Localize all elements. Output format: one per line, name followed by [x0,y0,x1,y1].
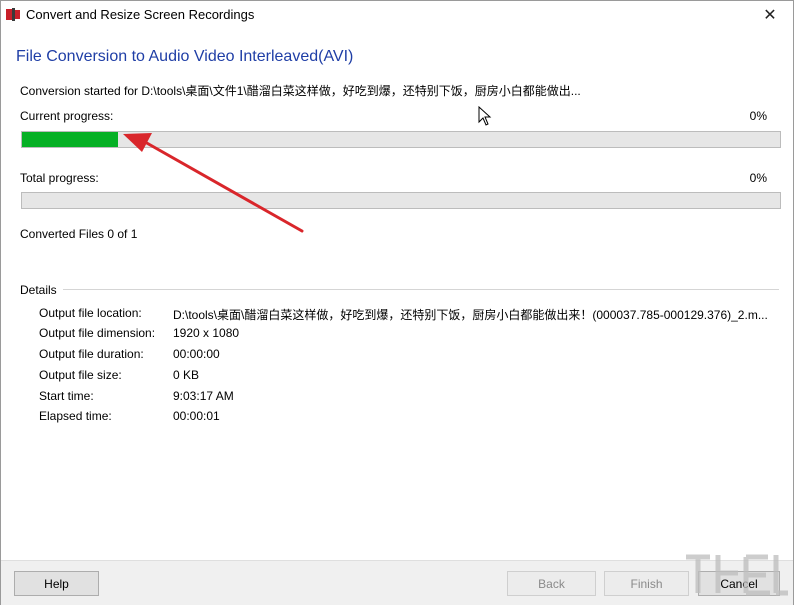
annotation-arrow [123,133,304,233]
watermark-logo [686,554,788,596]
